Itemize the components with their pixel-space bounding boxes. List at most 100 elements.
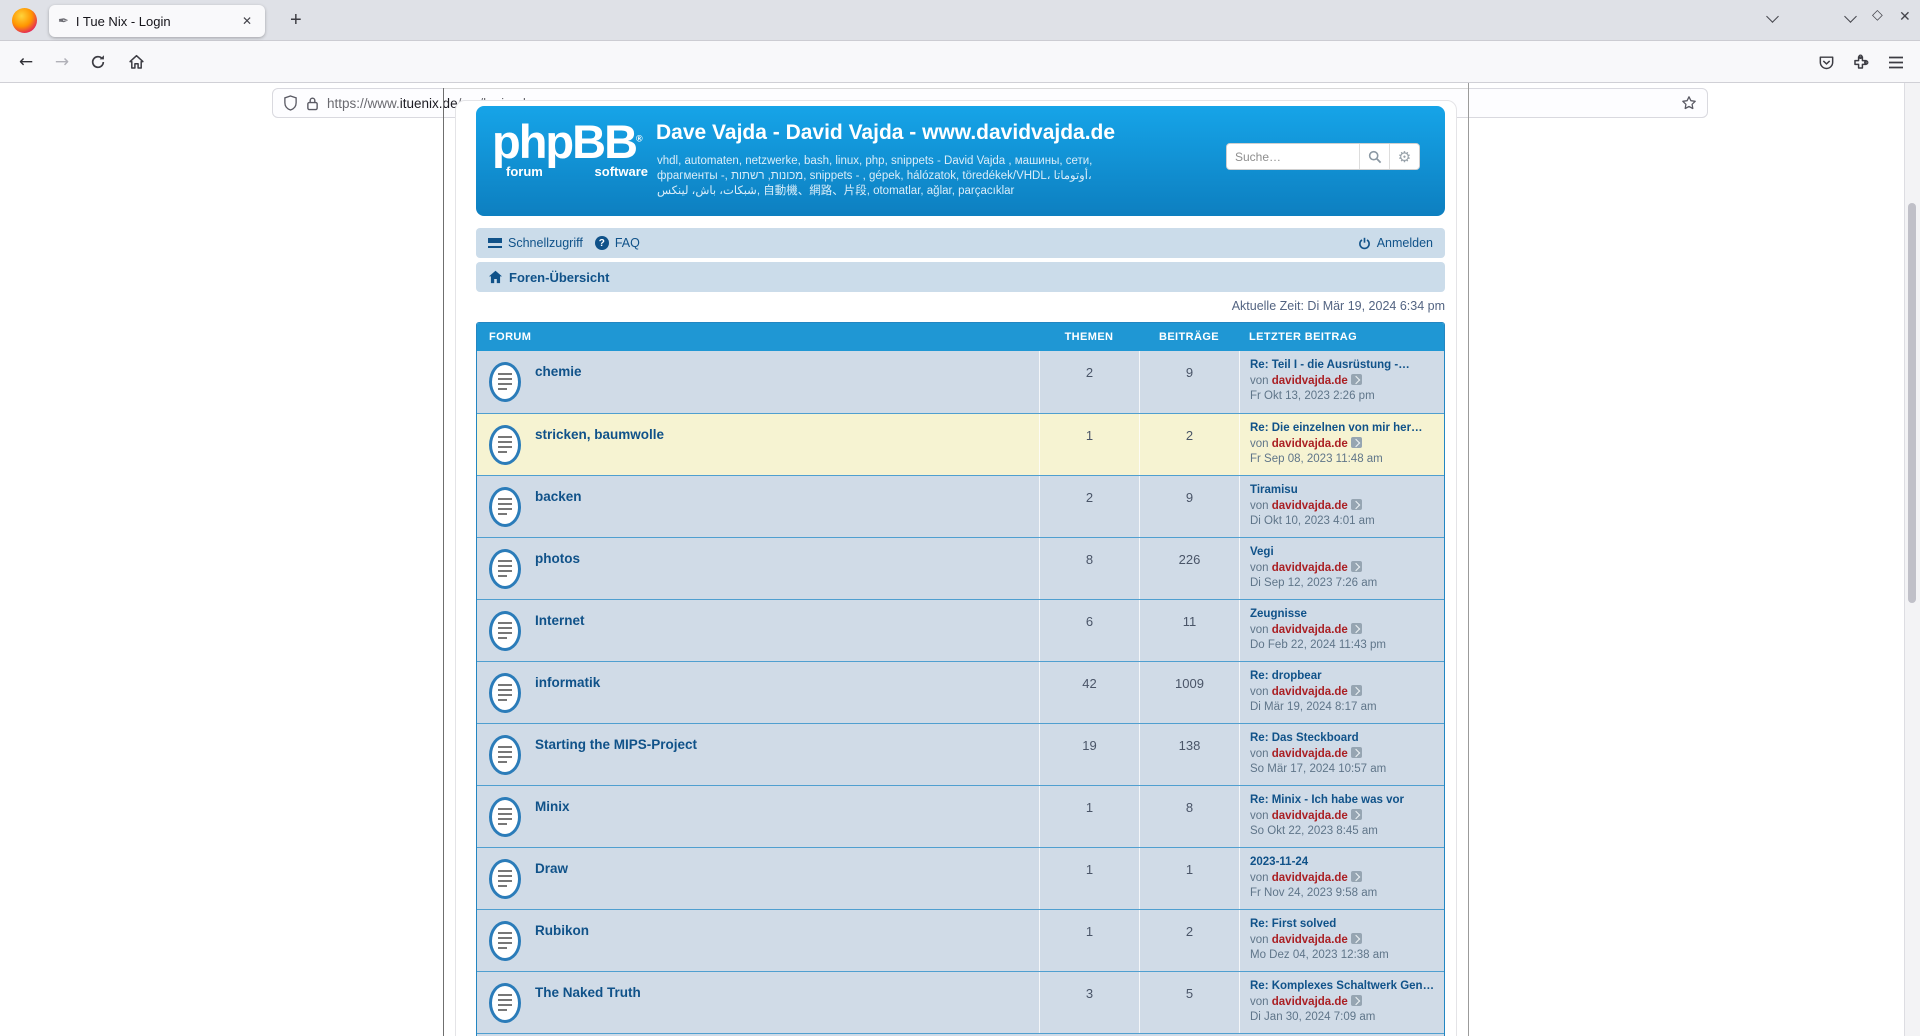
forum-name-link[interactable]: Minix <box>535 799 570 847</box>
firefox-logo-icon[interactable] <box>12 8 37 33</box>
tab-close-icon[interactable]: ✕ <box>238 12 256 30</box>
forward-button[interactable]: → <box>46 41 78 83</box>
last-post-author-link[interactable]: davidvajda.de <box>1272 686 1348 698</box>
tracking-shield-icon[interactable] <box>283 95 298 111</box>
forum-row: Rubikon 1 2 Re: First solved von davidva… <box>477 909 1444 971</box>
forum-icon <box>489 735 521 775</box>
last-post-title-link[interactable]: Re: Teil I - die Ausrüstung -… <box>1250 358 1438 374</box>
last-post-date: Fr Okt 13, 2023 2:26 pm <box>1250 389 1444 405</box>
forum-name-link[interactable]: photos <box>535 551 580 599</box>
posts-count: 9 <box>1139 351 1239 413</box>
last-post-title-link[interactable]: Re: dropbear <box>1250 669 1438 685</box>
phpbb-logo[interactable]: phpBB® forumsoftware <box>492 120 652 179</box>
topics-count: 6 <box>1039 600 1139 661</box>
last-post-title-link[interactable]: Re: Komplexes Schaltwerk Gene… <box>1250 979 1438 995</box>
menu-hamburger-icon[interactable] <box>1880 41 1912 83</box>
goto-last-post-icon[interactable] <box>1351 561 1362 572</box>
search-icon <box>1368 150 1382 164</box>
last-post-date: So Okt 22, 2023 8:45 am <box>1250 824 1444 840</box>
last-post-title-link[interactable]: Re: Die einzelnen von mir her… <box>1250 421 1438 437</box>
last-post-author-link[interactable]: davidvajda.de <box>1272 810 1348 822</box>
search-input[interactable] <box>1227 144 1359 169</box>
last-post-title-link[interactable]: Re: Das Steckboard <box>1250 731 1438 747</box>
goto-last-post-icon[interactable] <box>1351 437 1362 448</box>
last-post-author-link[interactable]: davidvajda.de <box>1272 375 1348 387</box>
last-post-cell: Re: Das Steckboard von davidvajda.de So … <box>1239 724 1444 785</box>
goto-last-post-icon[interactable] <box>1351 747 1362 758</box>
forum-icon <box>489 362 521 402</box>
von-label: von <box>1250 500 1269 512</box>
last-post-author-link[interactable]: davidvajda.de <box>1272 500 1348 512</box>
forum-name-link[interactable]: Starting the MIPS-Project <box>535 737 697 785</box>
scrollbar-thumb[interactable] <box>1908 203 1916 603</box>
page-scrollbar[interactable] <box>1904 83 1920 1036</box>
reload-button[interactable] <box>82 41 114 83</box>
last-post-author-link[interactable]: davidvajda.de <box>1272 872 1348 884</box>
von-label: von <box>1250 872 1269 884</box>
goto-last-post-icon[interactable] <box>1351 685 1362 696</box>
goto-last-post-icon[interactable] <box>1351 623 1362 634</box>
last-post-date: Fr Nov 24, 2023 9:58 am <box>1250 886 1444 902</box>
forum-row: photos 8 226 Vegi von davidvajda.de Di S… <box>477 537 1444 599</box>
forum-name-link[interactable]: informatik <box>535 675 600 723</box>
last-post-title-link[interactable]: Vegi <box>1250 545 1438 561</box>
padlock-icon[interactable] <box>306 96 319 111</box>
extensions-puzzle-icon[interactable] <box>1844 41 1876 83</box>
forum-name-link[interactable]: chemie <box>535 364 582 413</box>
goto-last-post-icon[interactable] <box>1351 933 1362 944</box>
breadcrumb[interactable]: Foren-Übersicht <box>488 270 609 285</box>
login-link[interactable]: Anmelden <box>1358 236 1433 250</box>
goto-last-post-icon[interactable] <box>1351 499 1362 510</box>
forum-name-link[interactable]: backen <box>535 489 582 537</box>
forum-name-link[interactable]: Draw <box>535 861 568 909</box>
last-post-cell: Re: Minix - Ich habe was vor von davidva… <box>1239 786 1444 847</box>
topics-count: 1 <box>1039 910 1139 971</box>
forum-name-link[interactable]: The Naked Truth <box>535 985 641 1033</box>
last-post-title-link[interactable]: Re: First solved <box>1250 917 1438 933</box>
goto-last-post-icon[interactable] <box>1351 809 1362 820</box>
last-post-author-link[interactable]: davidvajda.de <box>1272 562 1348 574</box>
forum-table: FORUM THEMEN BEITRÄGE LETZTER BEITRAG ch… <box>476 322 1445 1036</box>
power-icon <box>1358 237 1371 250</box>
window-close-icon[interactable]: ✕ <box>1899 9 1911 25</box>
site-title[interactable]: Dave Vajda - David Vajda - www.davidvajd… <box>656 121 1115 145</box>
last-post-title-link[interactable]: Zeugnisse <box>1250 607 1438 623</box>
last-post-author-link[interactable]: davidvajda.de <box>1272 624 1348 636</box>
last-post-title-link[interactable]: 2023-11-24 <box>1250 855 1438 871</box>
site-description: vhdl, automaten, netzwerke, bash, linux,… <box>657 154 1137 199</box>
goto-last-post-icon[interactable] <box>1351 374 1362 385</box>
new-tab-button[interactable]: + <box>282 7 310 34</box>
search-settings-button[interactable]: ⚙ <box>1389 144 1419 169</box>
pocket-icon[interactable] <box>1810 41 1842 83</box>
last-post-author-link[interactable]: davidvajda.de <box>1272 996 1348 1008</box>
last-post-title-link[interactable]: Tiramisu <box>1250 483 1438 499</box>
last-post-date: Di Okt 10, 2023 4:01 am <box>1250 514 1444 530</box>
goto-last-post-icon[interactable] <box>1351 995 1362 1006</box>
topics-count: 1 <box>1039 848 1139 909</box>
window-maximize-icon[interactable]: ◇ <box>1872 7 1883 23</box>
forum-name-link[interactable]: stricken, baumwolle <box>535 427 664 475</box>
last-post-author-link[interactable]: davidvajda.de <box>1272 438 1348 450</box>
last-post-date: Di Mär 19, 2024 8:17 am <box>1250 700 1444 716</box>
back-button[interactable]: ← <box>10 41 42 83</box>
topics-count: 2 <box>1039 351 1139 413</box>
window-minimize-icon[interactable] <box>1844 10 1857 23</box>
browser-tab[interactable]: ✒ I Tue Nix - Login ✕ <box>49 5 265 37</box>
tab-title: I Tue Nix - Login <box>76 14 238 29</box>
posts-count: 11 <box>1139 600 1239 661</box>
goto-last-post-icon[interactable] <box>1351 871 1362 882</box>
last-post-author-link[interactable]: davidvajda.de <box>1272 748 1348 760</box>
forum-name-link[interactable]: Rubikon <box>535 923 589 971</box>
list-tabs-chevron-icon[interactable] <box>1766 10 1779 23</box>
forum-name-link[interactable]: Internet <box>535 613 585 661</box>
faq-link[interactable]: ? FAQ <box>595 236 640 250</box>
topics-count: 2 <box>1039 476 1139 537</box>
quick-links-menu[interactable]: Schnellzugriff <box>488 236 583 250</box>
bookmark-star-icon[interactable] <box>1681 95 1697 111</box>
home-button[interactable] <box>120 41 152 83</box>
last-post-cell: Re: Teil I - die Ausrüstung -… von david… <box>1239 351 1444 413</box>
search-button[interactable] <box>1359 144 1389 169</box>
last-post-title-link[interactable]: Re: Minix - Ich habe was vor <box>1250 793 1438 809</box>
last-post-author-link[interactable]: davidvajda.de <box>1272 934 1348 946</box>
von-label: von <box>1250 624 1269 636</box>
